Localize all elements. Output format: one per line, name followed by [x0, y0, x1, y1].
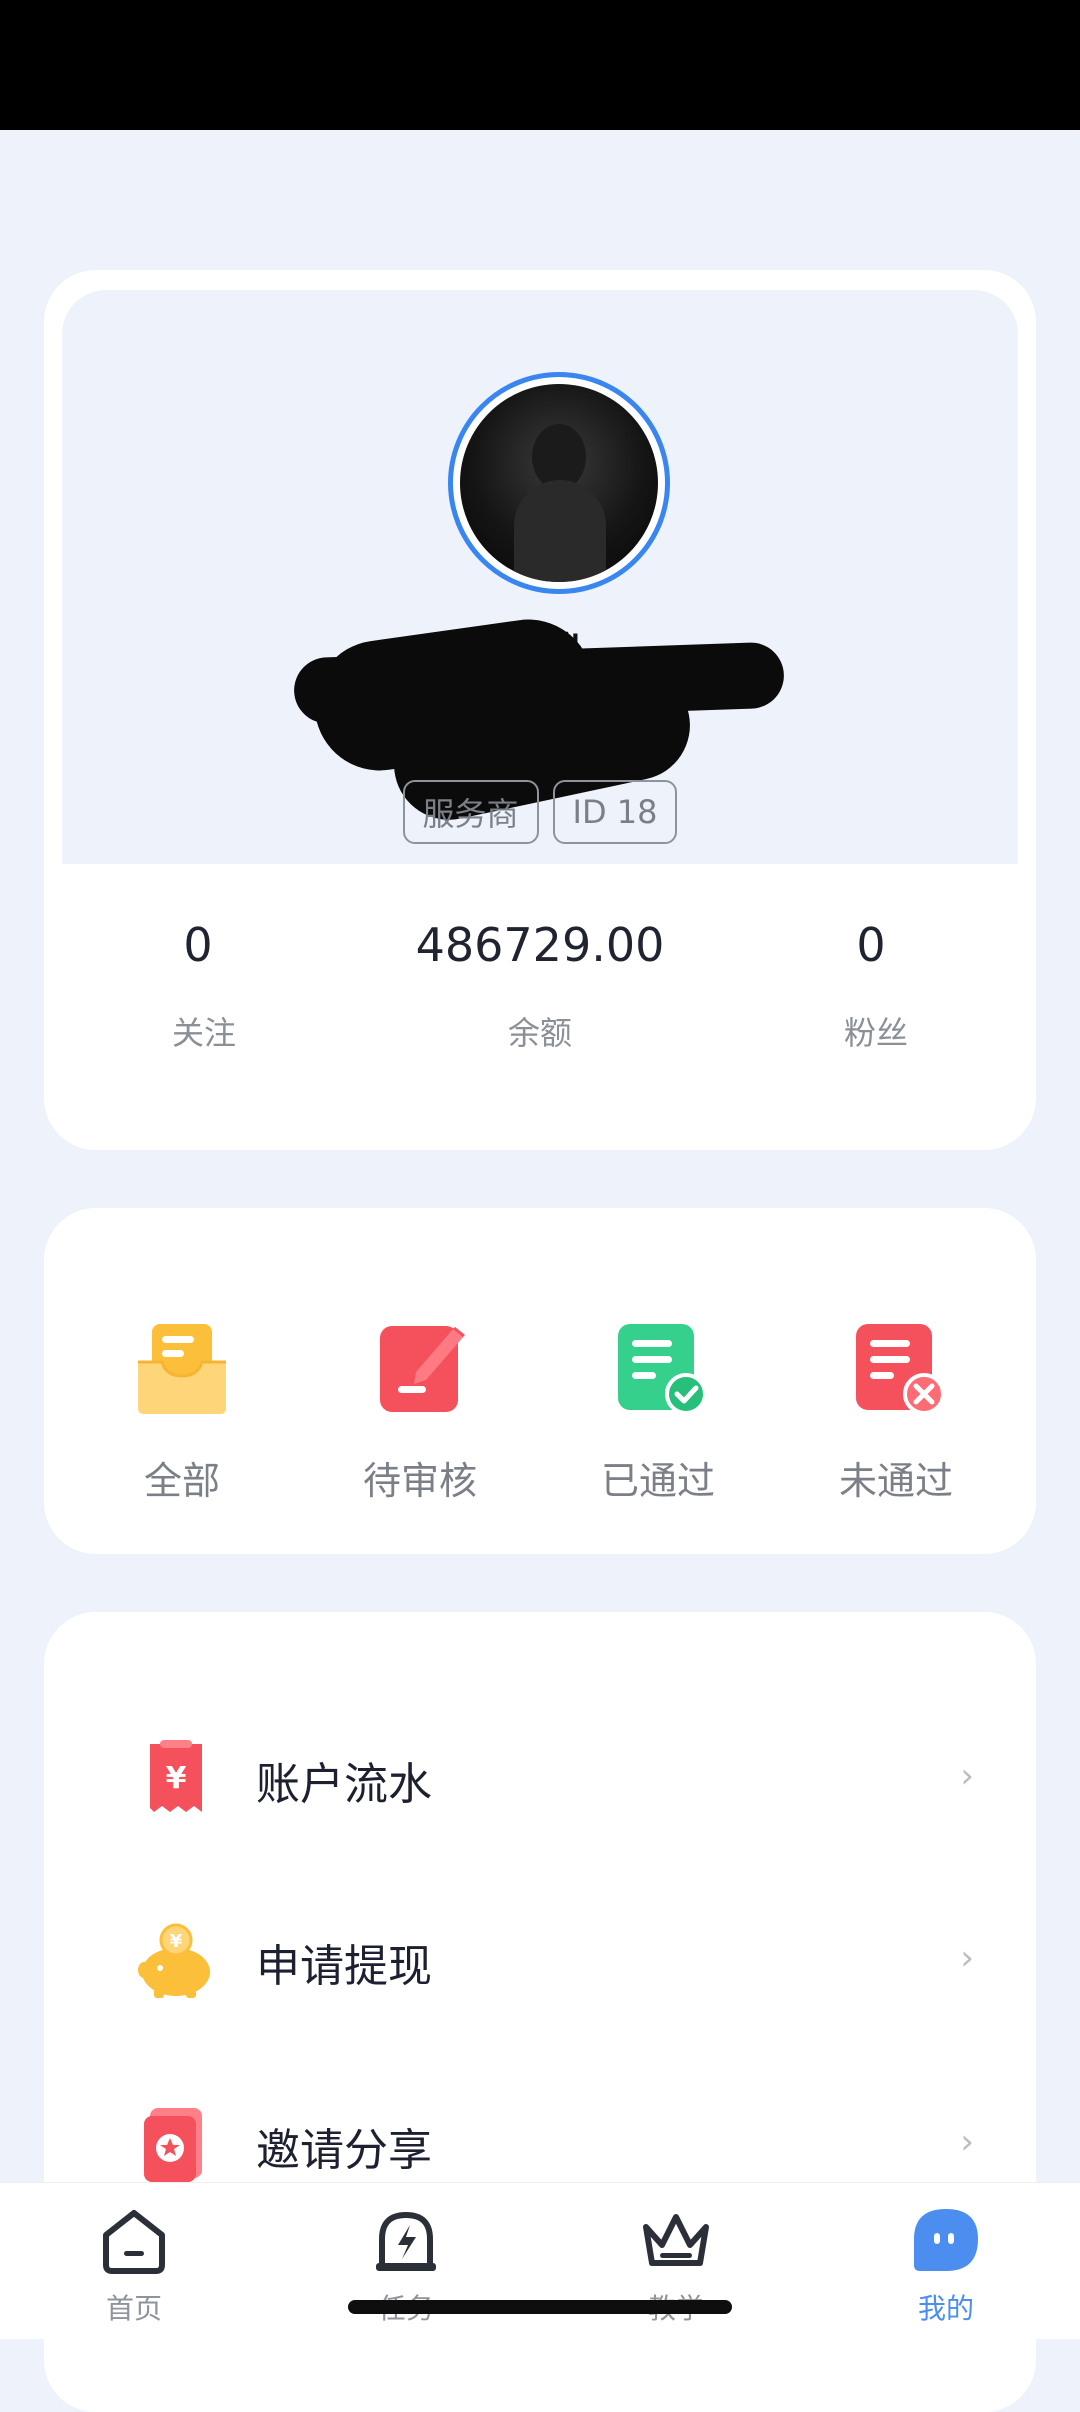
menu-item-withdraw[interactable]: ¥ 申请提现 › — [44, 1900, 1036, 2020]
svg-text:¥: ¥ — [170, 1931, 183, 1952]
order-rejected-button[interactable]: 未通过 — [796, 1318, 996, 1505]
tab-mine-label: 我的 — [917, 2292, 974, 2325]
account-flow-label: 账户流水 — [256, 1759, 432, 1810]
user-tags: 服务商 ID 18 — [62, 780, 1018, 844]
avatar[interactable] — [448, 372, 670, 594]
stat-fans[interactable]: 0 粉丝 — [726, 910, 1026, 1054]
withdraw-label: 申请提现 — [256, 1941, 432, 1992]
role-tag: 服务商 — [402, 780, 539, 844]
receipt-yuan-icon: ¥ — [136, 1738, 216, 1818]
chevron-right-icon: › — [960, 1756, 974, 1796]
menu-item-account-flow[interactable]: ¥ 账户流水 › — [44, 1718, 1036, 1838]
profile-card: 孔瑞 157871200 服务商 ID 18 0 关注 486729.00 余额… — [44, 270, 1036, 1150]
fans-count: 0 — [856, 918, 886, 972]
id-tag: ID 18 — [552, 780, 678, 844]
home-icon — [98, 2205, 170, 2277]
red-envelope-icon — [136, 2104, 216, 2184]
edit-document-icon — [370, 1318, 470, 1418]
piggy-bank-icon: ¥ — [136, 1920, 216, 2000]
tab-home-label: 首页 — [105, 2292, 162, 2325]
order-pending-button[interactable]: 待审核 — [320, 1318, 520, 1505]
status-bar — [0, 0, 1080, 130]
stat-balance[interactable]: 486729.00 余额 — [390, 910, 690, 1054]
balance-amount: 486729.00 — [415, 918, 665, 972]
avatar-body-shape — [514, 480, 606, 582]
order-status-card: 全部 待审核 已通过 未通过 — [44, 1208, 1036, 1554]
svg-text:¥: ¥ — [166, 1761, 187, 1796]
order-passed-label: 已通过 — [600, 1459, 715, 1503]
tab-home[interactable]: 首页 — [54, 2205, 214, 2327]
order-all-button[interactable]: 全部 — [82, 1318, 282, 1505]
stats-row: 0 关注 486729.00 余额 0 粉丝 — [44, 910, 1036, 1110]
crown-icon — [640, 2205, 712, 2277]
order-passed-button[interactable]: 已通过 — [558, 1318, 758, 1505]
document-reject-icon — [846, 1318, 946, 1418]
follow-count: 0 — [183, 918, 213, 972]
follow-label: 关注 — [171, 1014, 236, 1052]
bottom-tab-bar: 首页 任务 教学 我的 — [0, 2182, 1080, 2339]
tab-mine[interactable]: 我的 — [866, 2205, 1026, 2327]
chevron-right-icon: › — [960, 2122, 974, 2162]
inbox-tray-icon — [132, 1318, 232, 1418]
fans-label: 粉丝 — [843, 1014, 908, 1052]
chevron-right-icon: › — [960, 1938, 974, 1978]
home-indicator[interactable] — [348, 2300, 732, 2314]
profile-bubble-icon — [910, 2205, 982, 2277]
stat-follow[interactable]: 0 关注 — [54, 910, 354, 1054]
order-pending-label: 待审核 — [362, 1459, 477, 1503]
task-lightning-icon — [370, 2205, 442, 2277]
order-rejected-label: 未通过 — [838, 1459, 953, 1503]
balance-label: 余额 — [507, 1014, 572, 1052]
avatar-image — [460, 384, 658, 582]
order-all-label: 全部 — [143, 1459, 220, 1503]
document-check-icon — [608, 1318, 708, 1418]
invite-share-label: 邀请分享 — [256, 2125, 432, 2176]
profile-header: 孔瑞 157871200 服务商 ID 18 — [62, 290, 1018, 864]
